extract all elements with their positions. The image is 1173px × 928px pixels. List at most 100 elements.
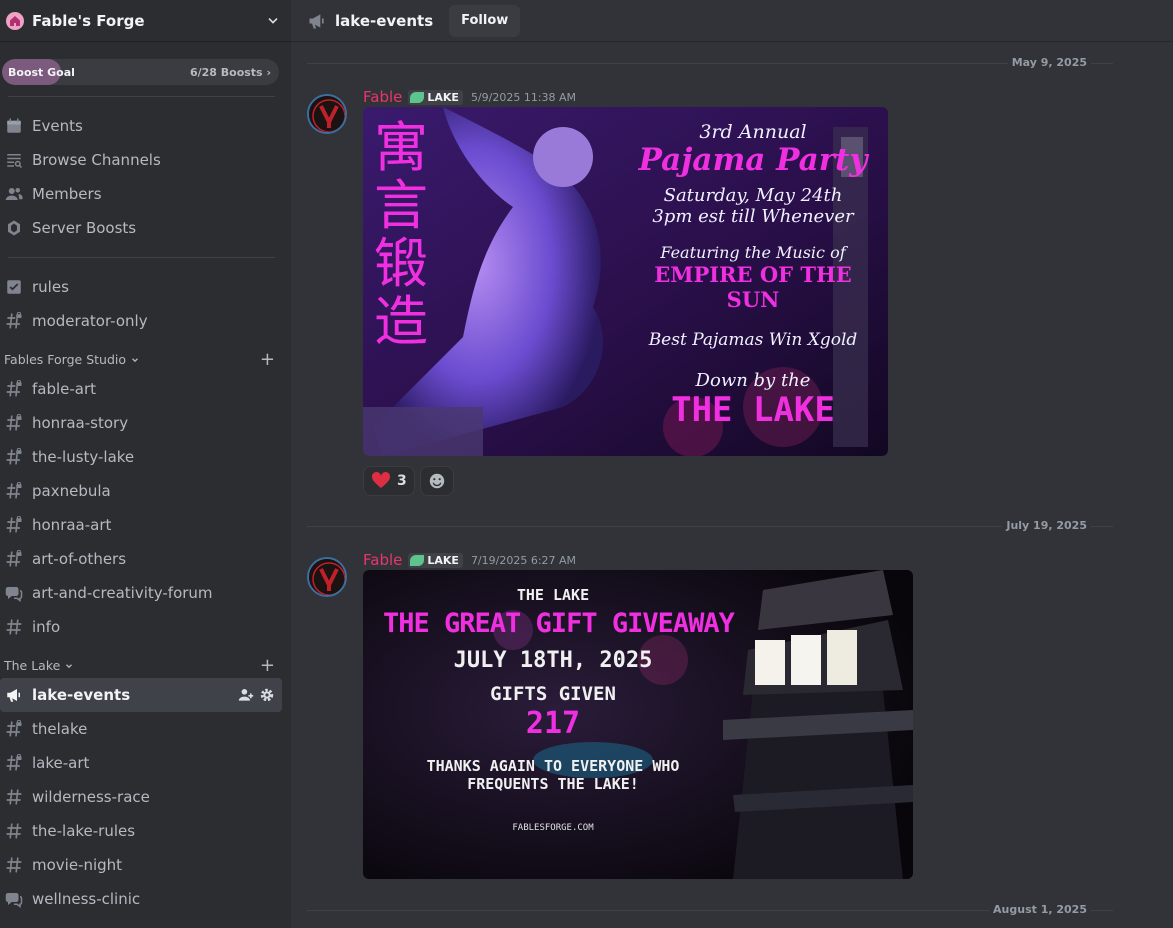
boost-count: 6/28 Boosts › — [189, 65, 271, 79]
reactions: 3 — [363, 466, 459, 496]
timestamp: 5/9/2025 11:38 AM — [470, 90, 577, 104]
channel-wellness-clinic[interactable]: wellness-clinic — [0, 882, 282, 916]
add-reaction-button[interactable] — [419, 466, 454, 496]
channel-movie-night[interactable]: movie-night — [0, 848, 282, 882]
author-name[interactable]: Fable — [363, 88, 402, 106]
locked-hash-icon — [4, 311, 24, 331]
channel-wilderness-race[interactable]: wilderness-race — [0, 780, 282, 814]
channel-label: lake-art — [32, 754, 90, 772]
calendar-icon — [4, 116, 24, 136]
channel-sidebar: Fable's Forge Boost Goal 6/28 Boosts › E… — [0, 0, 291, 928]
invite-icon[interactable] — [237, 686, 255, 704]
nav-label: Server Boosts — [32, 219, 137, 237]
channel-label: moderator-only — [32, 312, 148, 330]
channel-the-lake-rules[interactable]: the-lake-rules — [0, 814, 282, 848]
channel-label: fable-art — [32, 380, 97, 398]
nav-browse-channels[interactable]: Browse Channels — [0, 143, 282, 177]
avatar[interactable] — [307, 557, 347, 597]
channel-header: lake-events Follow — [291, 0, 1173, 42]
channel-label: the-lusty-lake — [32, 448, 135, 466]
locked-hash-icon — [4, 413, 24, 433]
follow-button[interactable]: Follow — [449, 4, 521, 37]
server-home-icon — [6, 11, 24, 30]
channel-moderator-only[interactable]: moderator-only — [0, 304, 282, 338]
channel-label: honraa-story — [32, 414, 129, 432]
date-label: July 19, 2025 — [1002, 519, 1091, 532]
locked-hash-icon — [4, 379, 24, 399]
hash-icon — [4, 821, 24, 841]
server-tag[interactable]: LAKE — [408, 89, 463, 105]
nav-label: Members — [32, 185, 102, 203]
date-separator: May 9, 2025 — [307, 56, 1113, 69]
nav-label: Events — [32, 117, 83, 135]
channel-label: art-and-creativity-forum — [32, 584, 213, 602]
gift-giveaway-poster[interactable]: THE LAKE THE GREAT GIFT GIVEAWAY JULY 18… — [363, 570, 913, 879]
channel-paxnebula[interactable]: paxnebula — [0, 474, 282, 508]
nav-members[interactable]: Members — [0, 177, 282, 211]
category-label: The Lake — [4, 658, 61, 673]
channel-label: paxnebula — [32, 482, 111, 500]
server-tag[interactable]: LAKE — [408, 552, 463, 568]
channel-the-lusty-lake[interactable]: the-lusty-lake — [0, 440, 282, 474]
members-icon — [4, 184, 24, 204]
reaction-heart[interactable]: 3 — [363, 466, 415, 496]
hash-icon — [4, 787, 24, 807]
category-fables-forge-studio[interactable]: Fables Forge Studio + — [0, 338, 291, 372]
leaf-icon — [410, 554, 425, 566]
category-the-lake[interactable]: The Lake + — [0, 644, 291, 678]
channel-title: lake-events — [335, 11, 434, 30]
gear-icon[interactable] — [258, 686, 276, 704]
channel-honraa-story[interactable]: honraa-story — [0, 406, 282, 440]
channel-fable-art[interactable]: fable-art — [0, 372, 282, 406]
nav-events[interactable]: Events — [0, 109, 282, 143]
smiley-icon — [429, 473, 444, 489]
date-separator: July 19, 2025 — [307, 519, 1113, 532]
channel-label: wilderness-race — [32, 788, 150, 806]
author-name[interactable]: Fable — [363, 551, 402, 569]
poster-text: 3rd Annual Pajama Party Saturday, May 24… — [638, 121, 868, 430]
channel-honraa-art[interactable]: honraa-art — [0, 508, 282, 542]
channel-lake-art[interactable]: lake-art — [0, 746, 282, 780]
channel-thelake[interactable]: thelake — [0, 712, 282, 746]
channel-label: movie-night — [32, 856, 123, 874]
channel-label: wellness-clinic — [32, 890, 141, 908]
nav-label: Browse Channels — [32, 151, 161, 169]
heart-icon — [371, 471, 391, 488]
channel-label: rules — [32, 278, 69, 296]
locked-hash-icon — [4, 719, 24, 739]
hash-icon — [4, 855, 24, 875]
channel-art-and-creativity-forum[interactable]: art-and-creativity-forum — [0, 576, 282, 610]
add-channel-icon[interactable]: + — [260, 657, 275, 675]
date-label: August 1, 2025 — [989, 903, 1091, 916]
channel-info[interactable]: info — [0, 610, 282, 644]
forum-icon — [4, 889, 24, 909]
boost-goal-label: Boost Goal — [8, 65, 75, 79]
announcement-icon — [307, 11, 327, 31]
poster-side-text: 寓 言 锻 造 — [374, 116, 428, 353]
chevron-down-icon[interactable] — [263, 11, 283, 31]
category-label: Fables Forge Studio — [4, 352, 127, 367]
locked-hash-icon — [4, 753, 24, 773]
channel-rules[interactable]: rules — [0, 270, 282, 304]
add-channel-icon[interactable]: + — [260, 351, 275, 369]
boost-goal-bar[interactable]: Boost Goal 6/28 Boosts › — [2, 59, 279, 85]
channel-label: thelake — [32, 720, 88, 738]
announcement-icon — [4, 685, 24, 705]
hash-icon — [4, 617, 24, 637]
chevron-down-icon — [66, 663, 73, 668]
server-header[interactable]: Fable's Forge — [0, 0, 291, 42]
avatar[interactable] — [307, 94, 347, 134]
channel-label: honraa-art — [32, 516, 112, 534]
chat-area: lake-events Follow May 9, 2025 July 19, … — [291, 0, 1173, 928]
channel-label: info — [32, 618, 61, 636]
chevron-down-icon — [132, 357, 138, 362]
pajama-party-poster[interactable]: 寓 言 锻 造 3rd Annual Pajama Party Saturday… — [363, 107, 888, 456]
channel-lake-events[interactable]: lake-events — [0, 678, 282, 712]
locked-hash-icon — [4, 549, 24, 569]
nav-server-boosts[interactable]: Server Boosts — [0, 211, 282, 245]
leaf-icon — [410, 91, 425, 103]
locked-hash-icon — [4, 481, 24, 501]
channel-art-of-others[interactable]: art-of-others — [0, 542, 282, 576]
server-name: Fable's Forge — [32, 11, 145, 30]
locked-hash-icon — [4, 515, 24, 535]
